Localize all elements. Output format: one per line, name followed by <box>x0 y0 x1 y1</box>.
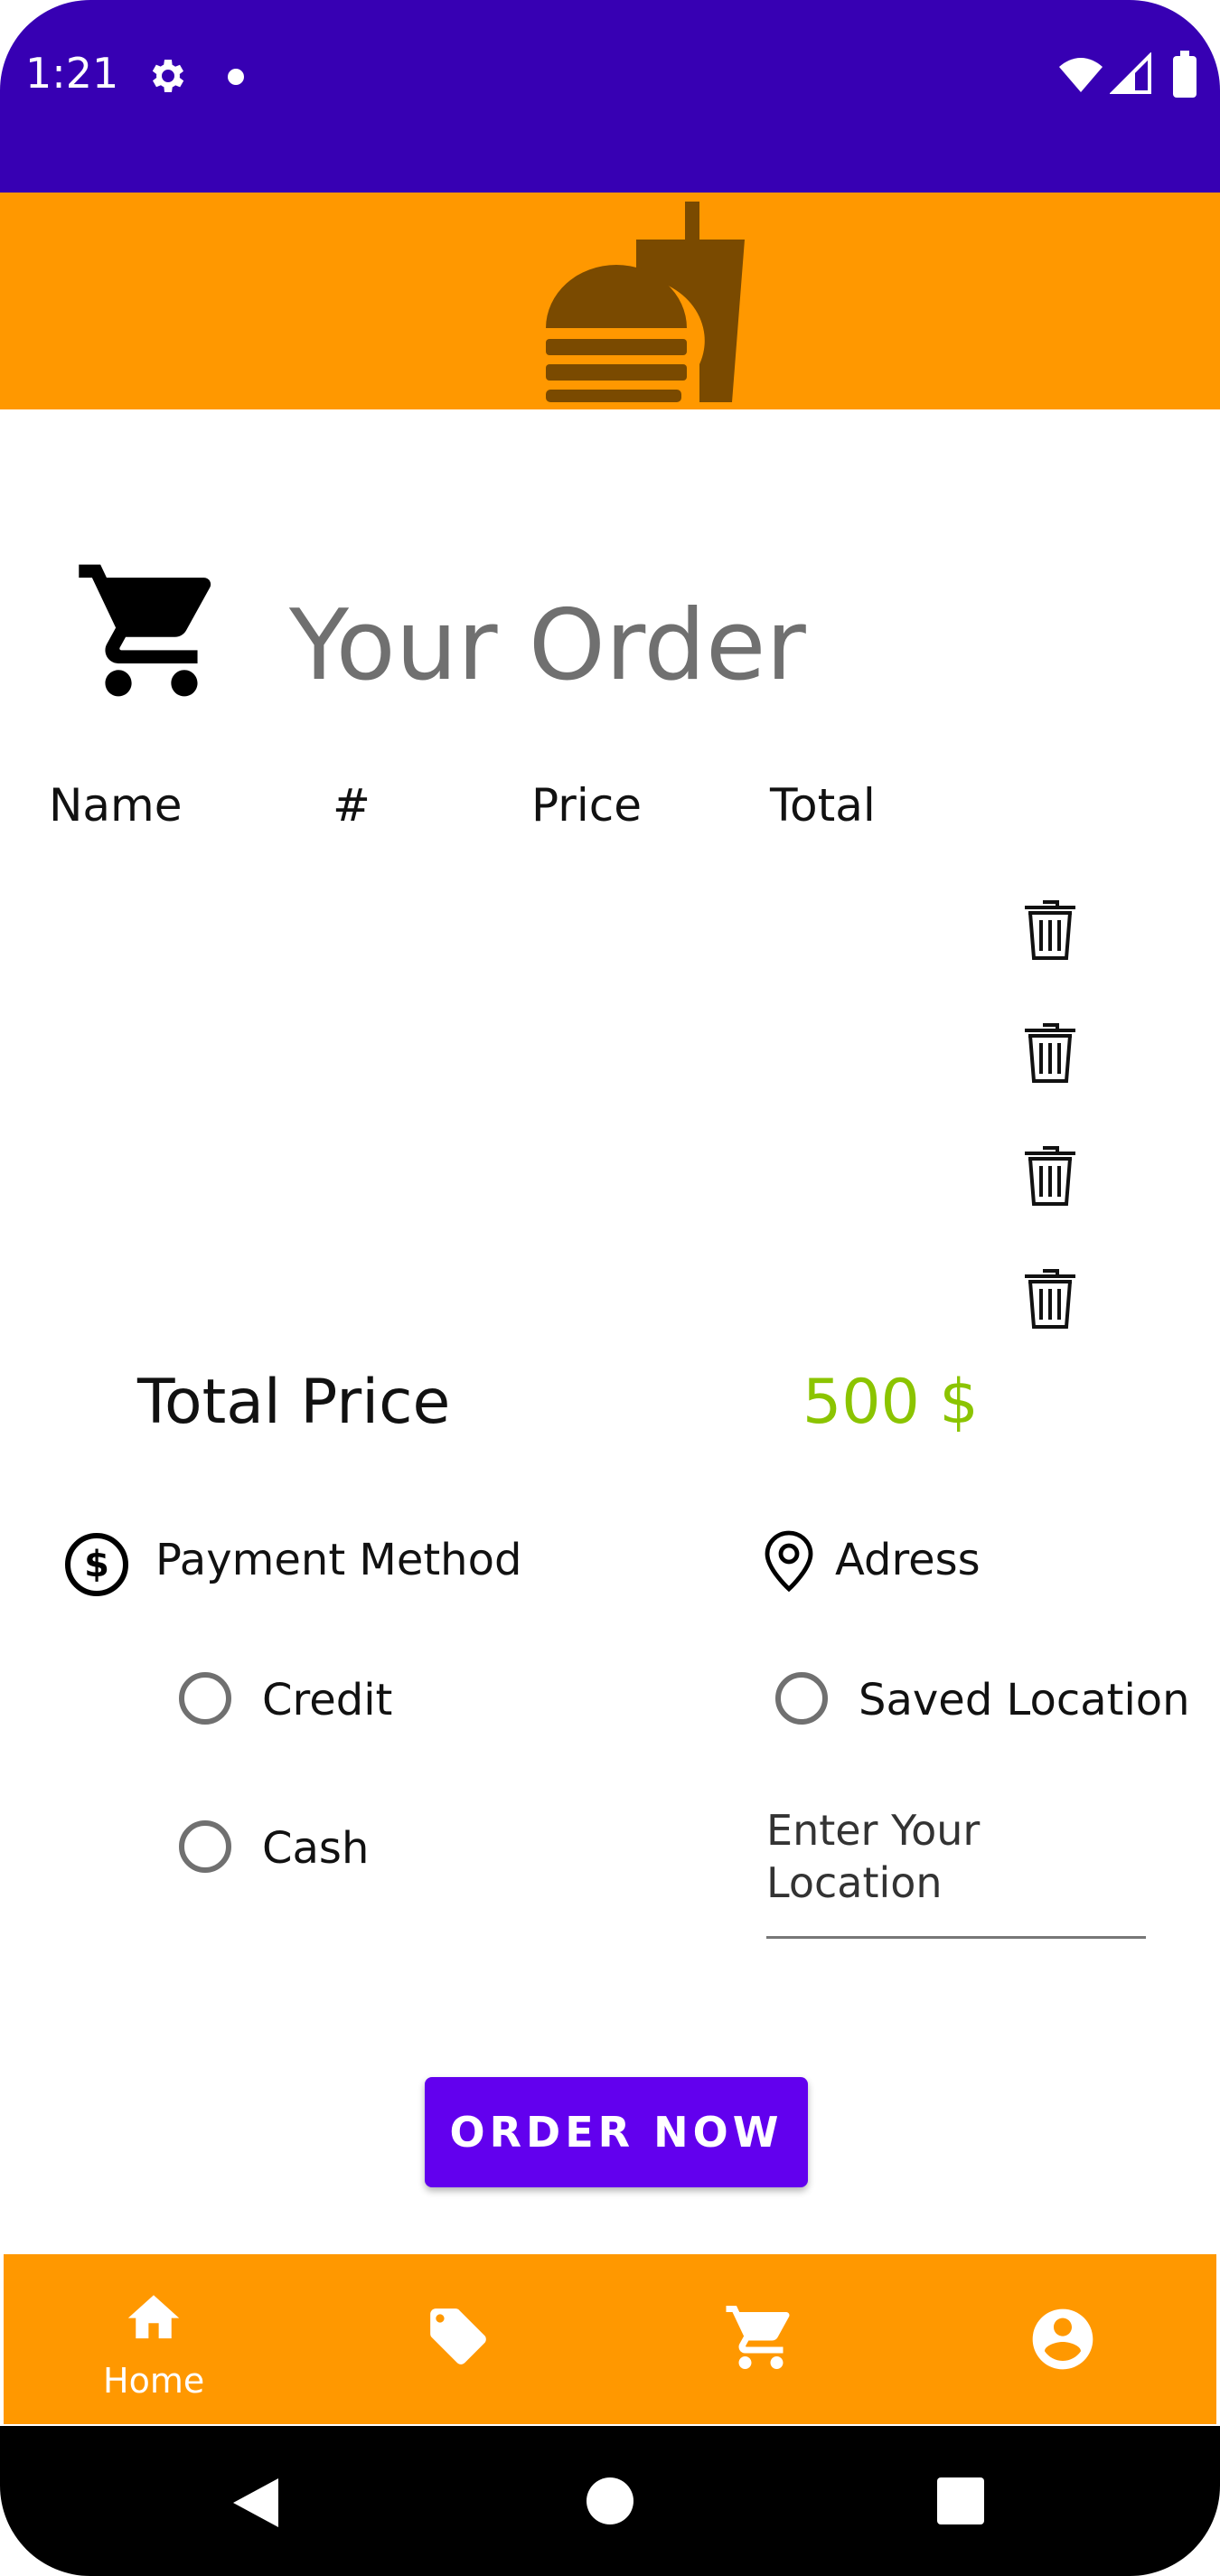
page-title: Your Order <box>289 589 806 702</box>
radio-cash[interactable] <box>179 1820 231 1873</box>
wifi-icon <box>1059 58 1103 92</box>
total-price-value: 500 $ <box>802 1367 979 1438</box>
status-time: 1:21 <box>25 49 119 98</box>
address-label: Adress <box>835 1535 981 1585</box>
column-header-name: Name <box>49 779 183 832</box>
cell-signal-icon <box>1110 52 1151 94</box>
credit-option-label[interactable]: Credit <box>262 1675 392 1725</box>
fastfood-logo-icon <box>546 202 745 402</box>
saved-location-label[interactable]: Saved Location <box>859 1675 1190 1725</box>
radio-credit[interactable] <box>179 1672 231 1725</box>
notification-dot-icon <box>228 69 244 85</box>
svg-text:$: $ <box>84 1544 109 1585</box>
cash-option-label[interactable]: Cash <box>262 1823 369 1874</box>
location-pin-icon <box>765 1530 813 1593</box>
home-icon[interactable] <box>123 2285 184 2341</box>
settings-gear-icon <box>152 60 184 92</box>
column-header-quantity: # <box>333 779 371 832</box>
account-icon[interactable] <box>1027 2303 1099 2375</box>
recents-icon[interactable] <box>936 2477 985 2525</box>
home-circle-icon[interactable] <box>584 2475 636 2527</box>
column-header-price: Price <box>531 779 642 832</box>
column-header-total: Total <box>770 779 876 832</box>
battery-icon <box>1173 51 1197 98</box>
nav-home-label[interactable]: Home <box>103 2361 204 2401</box>
trash-icon[interactable] <box>1021 1020 1079 1085</box>
order-now-button[interactable]: ORDER NOW <box>425 2077 808 2187</box>
payment-method-label: Payment Method <box>155 1535 522 1585</box>
back-icon[interactable] <box>231 2477 280 2529</box>
tag-icon[interactable] <box>425 2303 492 2370</box>
radio-saved-location[interactable] <box>775 1672 828 1725</box>
total-price-label: Total Price <box>137 1367 451 1438</box>
trash-icon[interactable] <box>1021 1142 1079 1208</box>
cart-icon[interactable] <box>723 2299 799 2375</box>
dollar-circle-icon: $ <box>65 1533 128 1596</box>
location-input[interactable] <box>766 1804 1146 1939</box>
shopping-cart-icon <box>79 564 211 697</box>
trash-icon[interactable] <box>1021 897 1079 962</box>
trash-icon[interactable] <box>1021 1265 1079 1330</box>
